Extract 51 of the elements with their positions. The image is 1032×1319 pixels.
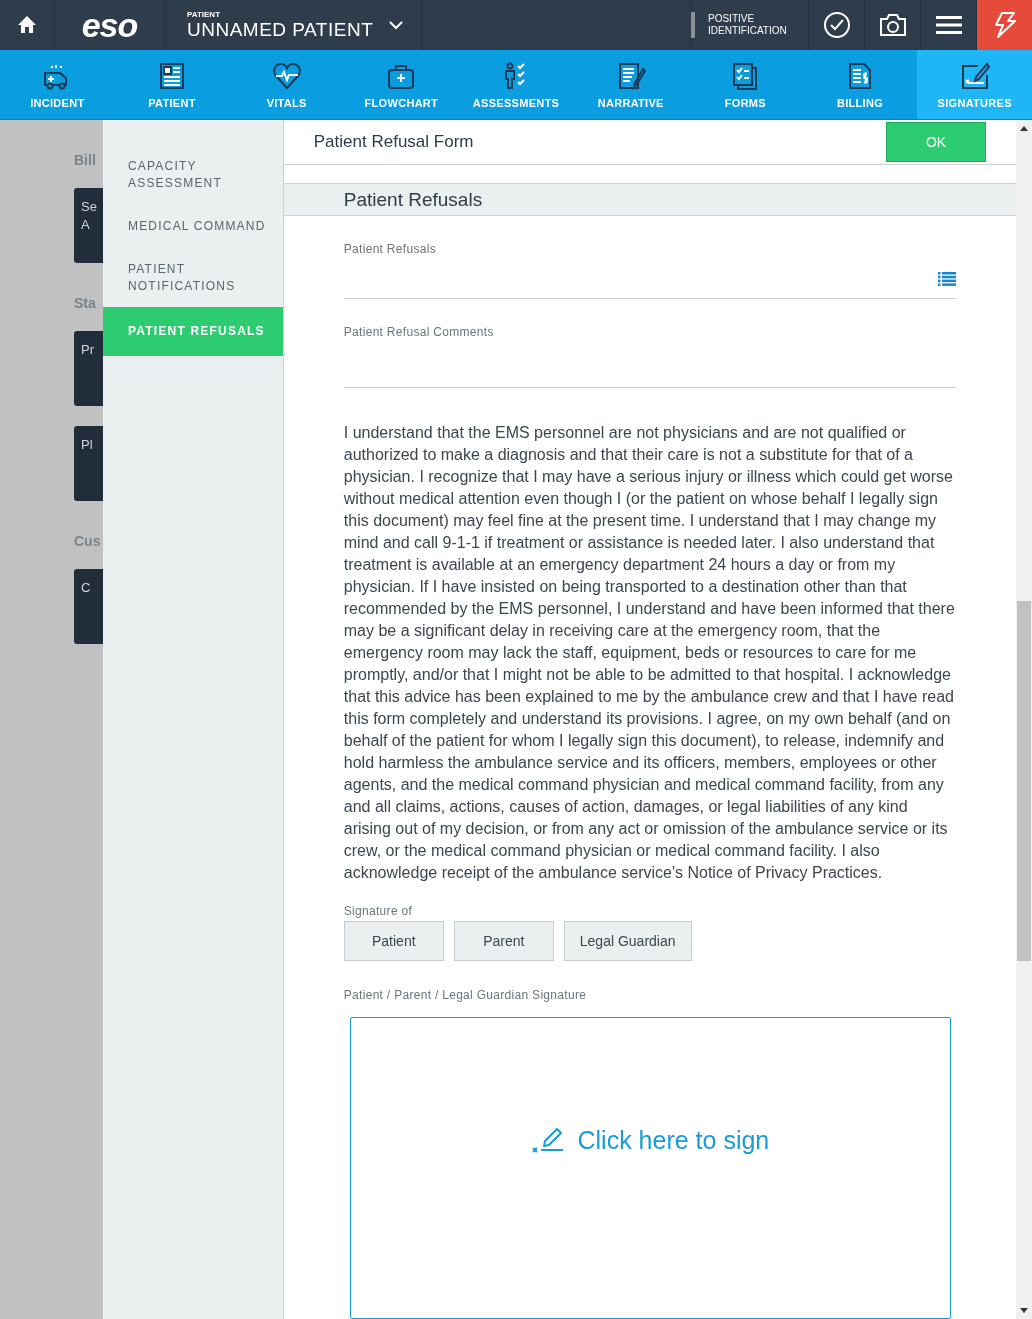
menu-icon bbox=[934, 15, 963, 35]
card-text: Pr bbox=[81, 341, 95, 359]
scroll-down-icon bbox=[1020, 1308, 1028, 1314]
signer-option-button[interactable]: Parent bbox=[453, 921, 554, 961]
nav-tab[interactable]: NARRATIVE bbox=[573, 50, 689, 119]
sidebar-item[interactable]: PATIENT NOTIFICATIONS bbox=[102, 253, 283, 303]
lightning-icon bbox=[992, 12, 1017, 38]
nav-tab[interactable]: VITALS bbox=[229, 50, 344, 119]
input-field[interactable]: Patient Refusal Comments bbox=[343, 325, 956, 388]
patient-name: UNNAMED PATIENT bbox=[187, 18, 374, 41]
card-text: A bbox=[81, 216, 91, 234]
logo: eso bbox=[81, 5, 138, 45]
nav-tab[interactable]: FORMS bbox=[688, 50, 803, 119]
signature-icon bbox=[959, 60, 990, 91]
chevron-down-icon bbox=[389, 20, 404, 30]
id-card-icon bbox=[157, 60, 187, 91]
signature-of-label: Signature of bbox=[343, 904, 414, 918]
nav-tab[interactable]: BILLING bbox=[802, 50, 918, 119]
sidebar-item[interactable]: MEDICAL COMMAND bbox=[102, 210, 283, 243]
nav-tab[interactable]: INCIDENT bbox=[0, 50, 115, 119]
signature-pad[interactable]: Click here to sign bbox=[349, 1017, 951, 1319]
nav-tab[interactable]: ASSESSMENTS bbox=[458, 50, 574, 119]
card-text: C bbox=[81, 579, 92, 597]
input-field[interactable]: Patient Refusals bbox=[343, 242, 956, 299]
scroll-up-icon bbox=[1020, 125, 1028, 131]
refusal-statement: I understand that the EMS personnel are not physicians and are not qualified or authorized to make a diagnosis and that their care is not a substitute for that of a physician. I recognize that I may have a serious injury or illness which could get worse without medical attention even though I (or the patient on whose behalf I legally sign this document) may feel fine at the present time. I understand that I may change my mind and call 9-1-1 if treatment or assistance is needed later. I also understand that treatment is available at an emergency department 24 hours a day or from my physician. If I have insisted on being transported to a destination other than that recommended by the EMS personnel, I understand and have been informed that there may be a significant delay in receiving care at the emergency room, that the emergency room may lack the staff, equipment, beds or resources to care for me promptly, and/or that I might not be able to be admitted to that hospital. I acknowledge that this advice has been explained to me by the ambulance crew and that I have read this form completely and understand its provisions. I agree, on my own behalf (and on behalf of the patient for whom I legally sign this document), to release, indemnify and hold harmless the ambulance service and its officers, members, employees or other agents, and the medical command physician and medical command facility, from any and all claims, actions, causes of action, damages, or legal liabilities of any kind arising out of my decision, or from any act or omission of the ambulance service or its crew, or the medical command physician or medical command facility. I also acknowledge receipt of the ambulance service's Notice of Privacy Practices. bbox=[343, 423, 956, 883]
quick-action-button[interactable] bbox=[976, 0, 1032, 50]
nav-tab[interactable]: PATIENT bbox=[114, 50, 230, 119]
section-title: Patient Refusals bbox=[343, 188, 483, 211]
signer-option-button[interactable]: Patient bbox=[343, 921, 444, 961]
section-heading: Sta bbox=[74, 295, 97, 313]
nav-tab[interactable]: SIGNATURES bbox=[917, 50, 1032, 119]
section-heading: Cus bbox=[74, 533, 102, 551]
form-title: Patient Refusal Form bbox=[313, 131, 474, 152]
home-icon bbox=[17, 15, 37, 35]
sidebar-item[interactable]: PATIENT REFUSALS bbox=[102, 307, 283, 356]
scrollbar[interactable] bbox=[1016, 120, 1032, 1319]
patient-label: PATIENT bbox=[187, 9, 222, 19]
nav-tab[interactable]: FLOWCHART bbox=[344, 50, 459, 119]
sidebar-item[interactable]: CAPACITY ASSESSMENT bbox=[102, 150, 283, 200]
signature-label: Patient / Parent / Legal Guardian Signature bbox=[343, 988, 588, 1002]
heart-pulse-icon bbox=[271, 60, 302, 91]
pen-icon bbox=[531, 1126, 566, 1155]
camera-icon bbox=[878, 13, 907, 37]
check-circle-icon bbox=[822, 11, 851, 39]
ok-button[interactable]: OK bbox=[886, 121, 986, 162]
card-text: Se bbox=[81, 198, 98, 216]
card-text: Pl bbox=[81, 436, 94, 454]
signer-option-button[interactable]: Legal Guardian bbox=[563, 921, 692, 961]
list-icon bbox=[938, 272, 956, 286]
section-heading: Bill bbox=[74, 152, 97, 170]
